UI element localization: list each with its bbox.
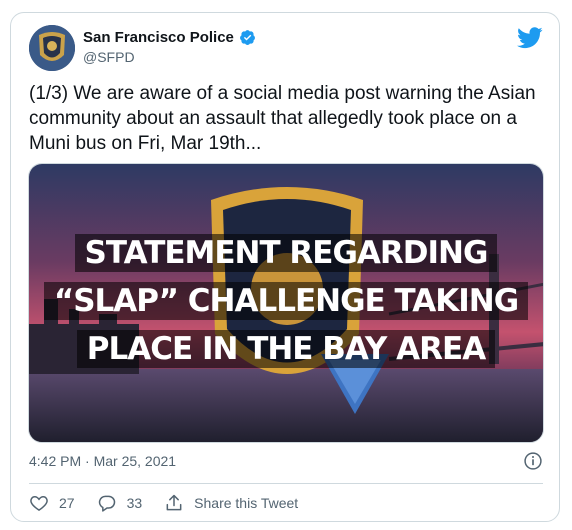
avatar[interactable] [29, 25, 75, 71]
reply-count: 33 [126, 495, 143, 511]
sfpd-badge-avatar-icon [29, 25, 75, 71]
verified-badge-icon [239, 30, 255, 45]
reply-icon [98, 495, 115, 512]
author-name[interactable]: San Francisco Police [83, 29, 234, 46]
headline-line-2: “SLAP” CHALLENGE TAKING [43, 282, 529, 320]
reply-button[interactable]: 33 [97, 493, 143, 513]
tweet-card[interactable]: San Francisco Police @SFPD (1/3) We are … [10, 12, 560, 522]
divider [29, 483, 543, 484]
headline-line-1: STATEMENT REGARDING [74, 234, 498, 272]
share-button[interactable]: Share this Tweet [164, 493, 298, 513]
share-label: Share this Tweet [194, 495, 299, 511]
share-icon [166, 494, 182, 511]
action-bar: 27 33 Share this Tweet [29, 493, 320, 513]
info-icon[interactable] [523, 451, 543, 471]
tweet-image[interactable]: STATEMENT REGARDING “SLAP” CHALLENGE TAK… [28, 163, 544, 443]
author-handle[interactable]: @SFPD [83, 49, 135, 65]
like-button[interactable]: 27 [29, 493, 75, 513]
heart-icon [30, 495, 48, 511]
tweet-timestamp[interactable]: 4:42 PM · Mar 25, 2021 [29, 453, 176, 469]
tweet-text: (1/3) We are aware of a social media pos… [29, 83, 536, 154]
headline-line-3: PLACE IN THE BAY AREA [76, 330, 496, 368]
twitter-bird-icon[interactable] [517, 27, 543, 49]
like-count: 27 [59, 495, 75, 511]
